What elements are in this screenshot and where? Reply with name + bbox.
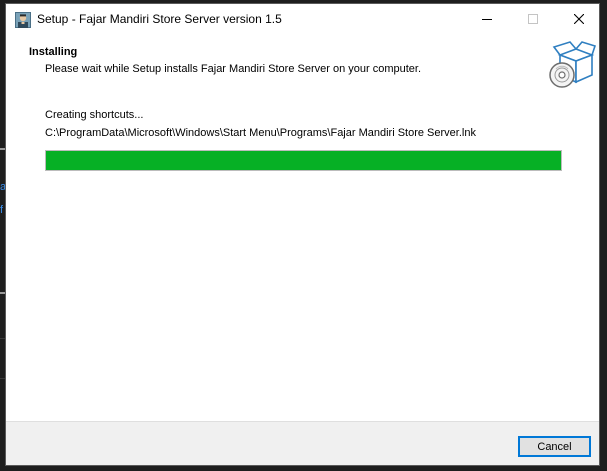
minimize-button[interactable]: [464, 4, 510, 35]
app-icon: [15, 12, 31, 28]
wizard-content: Creating shortcuts... C:\ProgramData\Mic…: [6, 93, 599, 421]
maximize-icon: [528, 14, 538, 24]
minimize-icon: [482, 19, 492, 20]
wizard-footer: Cancel: [6, 421, 599, 465]
background-right-strip: [600, 0, 607, 471]
setup-window: Setup - Fajar Mandiri Store Server versi…: [5, 3, 600, 466]
title-bar[interactable]: Setup - Fajar Mandiri Store Server versi…: [6, 4, 599, 35]
install-progress-bar: [45, 150, 562, 171]
page-subtitle: Please wait while Setup installs Fajar M…: [45, 63, 422, 75]
setup-box-icon: [546, 41, 597, 91]
current-file-path: C:\ProgramData\Microsoft\Windows\Start M…: [45, 127, 476, 139]
background-mark: a: [0, 181, 7, 193]
close-button[interactable]: [556, 4, 602, 35]
maximize-button[interactable]: [510, 4, 556, 35]
cancel-button[interactable]: Cancel: [518, 436, 591, 457]
page-title: Installing: [29, 46, 78, 58]
status-text: Creating shortcuts...: [45, 109, 144, 121]
window-title: Setup - Fajar Mandiri Store Server versi…: [37, 12, 282, 26]
wizard-header: Installing Please wait while Setup insta…: [6, 35, 599, 93]
close-icon: [574, 14, 584, 24]
background-mark: f: [0, 204, 4, 216]
progress-fill: [46, 151, 561, 170]
